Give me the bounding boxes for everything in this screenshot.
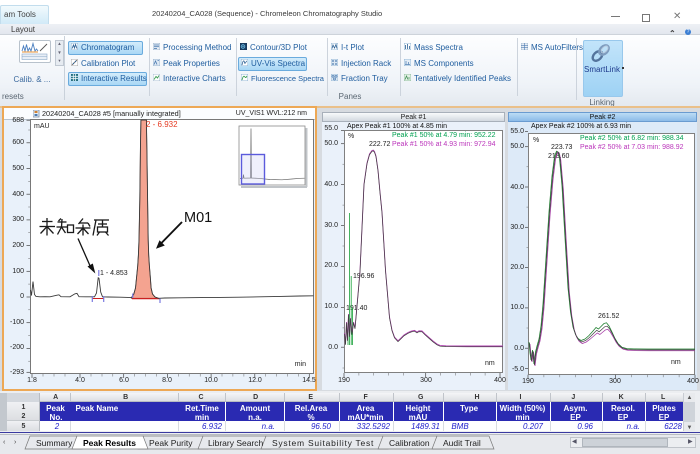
- svg-text:Peak Purity: Peak Purity: [149, 438, 193, 448]
- svg-text:Library Search: Library Search: [208, 438, 264, 448]
- svg-text:Summary: Summary: [36, 438, 73, 448]
- svg-text:Calibration: Calibration: [389, 438, 430, 448]
- svg-text:Peak Results: Peak Results: [83, 438, 136, 448]
- svg-text:System Suitability Test: System Suitability Test: [272, 438, 374, 448]
- svg-text:Audit Trail: Audit Trail: [443, 438, 481, 448]
